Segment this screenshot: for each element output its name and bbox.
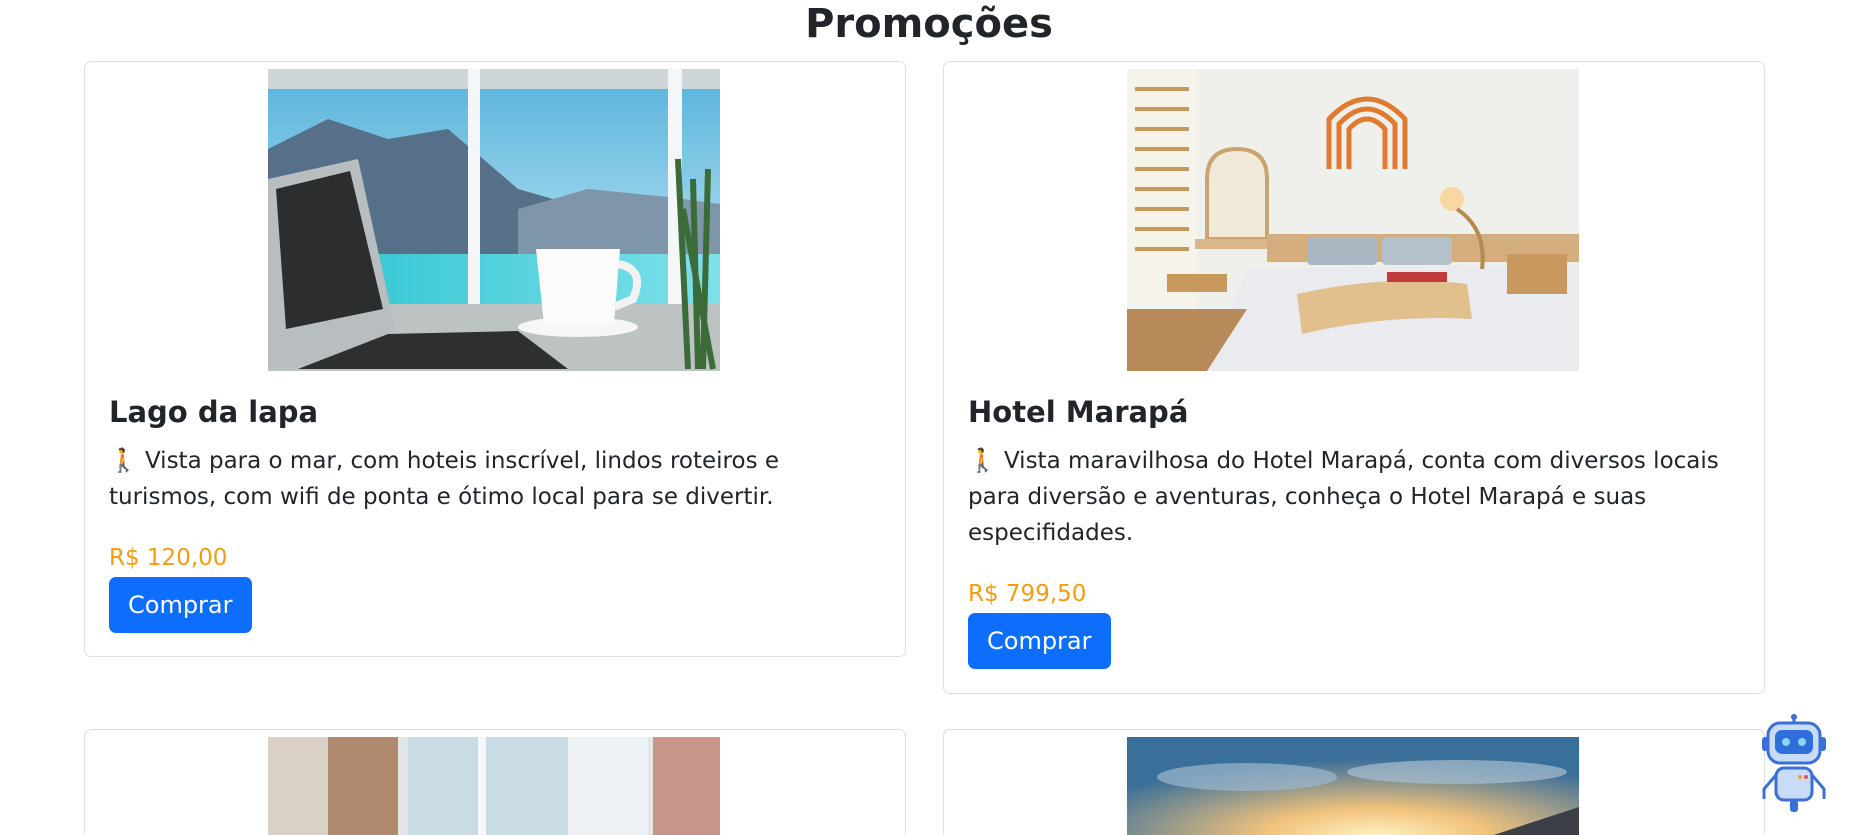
card-image-hotel-bedroom <box>1127 69 1579 371</box>
page-title: Promoções <box>805 1 1053 47</box>
promo-card-lago-da-lapa: Lago da lapa 🚶 Vista para o mar, com hot… <box>84 61 906 657</box>
card-price: R$ 799,50 <box>968 581 1087 607</box>
buy-button[interactable]: Comprar <box>968 613 1111 669</box>
card-description-text: Vista maravilhosa do Hotel Marapá, conta… <box>968 448 1719 546</box>
card-description-text: Vista para o mar, com hoteis inscrível, … <box>109 448 780 510</box>
card-description: 🚶 Vista para o mar, com hoteis inscrível… <box>109 443 889 515</box>
card-title: Hotel Marapá <box>968 395 1189 429</box>
walking-person-icon: 🚶 <box>968 448 997 474</box>
promo-card-room-window <box>84 729 906 835</box>
promo-card-hotel-marapa: Hotel Marapá 🚶 Vista maravilhosa do Hote… <box>943 61 1765 694</box>
card-image-room-window <box>268 737 720 835</box>
walking-person-icon: 🚶 <box>109 448 138 474</box>
buy-button[interactable]: Comprar <box>109 577 252 633</box>
card-image-lake-laptop <box>268 69 720 371</box>
chatbot-robot-icon[interactable] <box>1758 713 1830 817</box>
card-price: R$ 120,00 <box>109 545 228 571</box>
card-image-sunset-sky <box>1127 737 1579 835</box>
promo-card-sunset <box>943 729 1765 835</box>
card-description: 🚶 Vista maravilhosa do Hotel Marapá, con… <box>968 443 1748 551</box>
card-title: Lago da lapa <box>109 395 319 429</box>
